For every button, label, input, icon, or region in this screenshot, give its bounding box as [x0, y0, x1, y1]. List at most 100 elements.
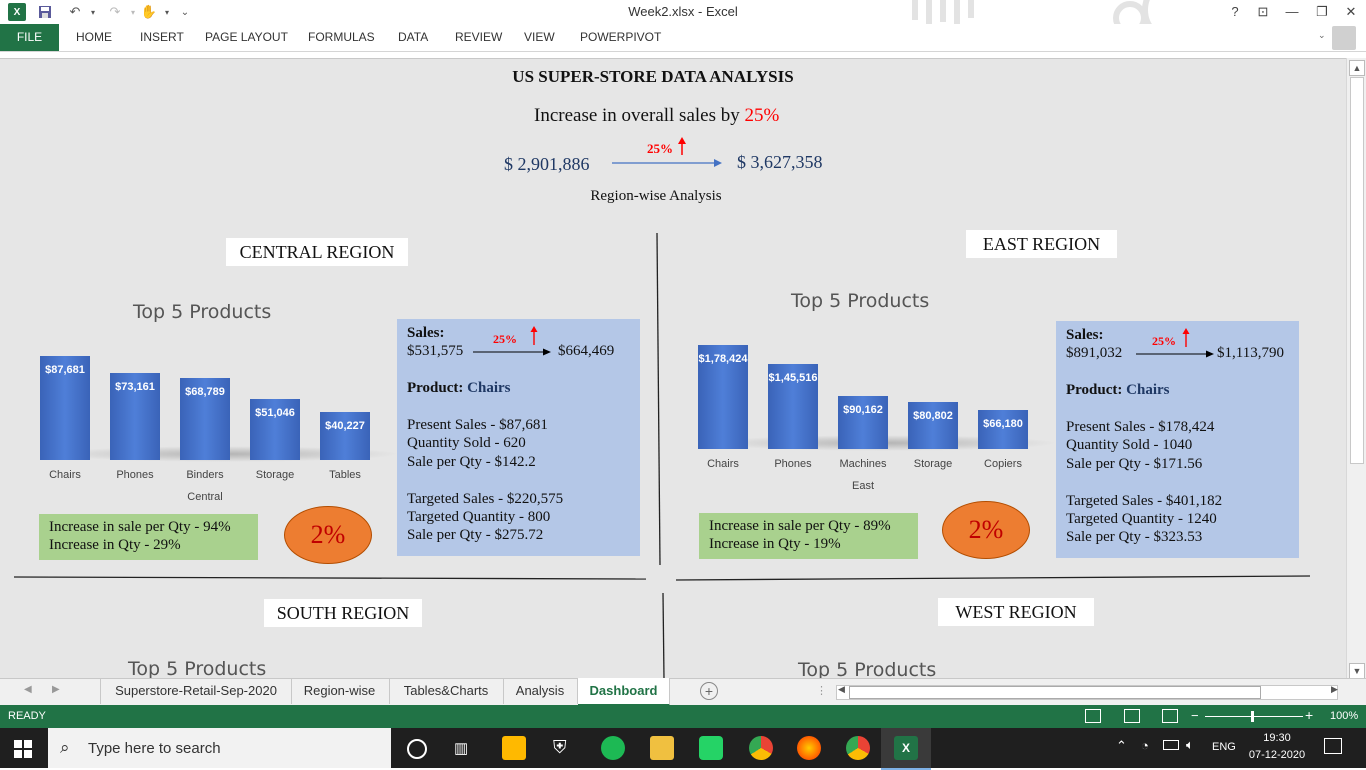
spotify-icon[interactable] [601, 736, 625, 760]
tab-scroll-right-icon[interactable]: ▶ [52, 684, 60, 695]
task-view-icon[interactable]: ▥ [454, 739, 468, 757]
tab-split-handle-icon[interactable]: ⋮ [816, 684, 827, 697]
tab-scroll-left-icon[interactable]: ◀ [24, 684, 32, 695]
central-category-label: Binders [186, 469, 224, 481]
excel-taskbar-icon[interactable]: X [894, 736, 918, 760]
minimize-button[interactable]: — [1281, 2, 1303, 22]
close-button[interactable]: ✕ [1340, 2, 1362, 22]
taskbar-search-placeholder: Type here to search [88, 740, 221, 757]
east-increase-box: Increase in sale per Qty - 89% Increase … [699, 513, 918, 559]
hscroll-left-icon[interactable]: ◀ [838, 684, 845, 695]
scroll-up-icon[interactable]: ▲ [1349, 60, 1365, 76]
central-product-line: Product: Chairs [407, 380, 511, 396]
user-avatar[interactable] [1332, 26, 1356, 50]
central-product-name: Chairs [467, 380, 511, 396]
central-category-label: Chairs [49, 469, 81, 481]
restore-button[interactable]: ❐ [1311, 2, 1333, 22]
east-present-sales: Present Sales - $178,424 [1066, 419, 1215, 435]
central-bar-value-label: $68,789 [185, 386, 225, 398]
central-increase-box: Increase in sale per Qty - 94% Increase … [39, 514, 258, 560]
east-target-sale-per-qty: Sale per Qty - $323.53 [1066, 529, 1203, 545]
central-sales-label: Sales: [407, 325, 445, 341]
page-layout-view-icon[interactable] [1124, 709, 1140, 723]
worksheet-area[interactable]: US SUPER-STORE DATA ANALYSIS Increase in… [0, 58, 1346, 679]
zoom-slider[interactable] [1205, 716, 1303, 717]
chrome-profile-icon[interactable] [749, 736, 773, 760]
zoom-slider-handle[interactable] [1251, 711, 1254, 722]
whatsapp-icon[interactable] [699, 736, 723, 760]
east-sales-from: $891,032 [1066, 345, 1123, 361]
vertical-scroll-thumb[interactable] [1350, 77, 1364, 464]
scroll-down-icon[interactable]: ▼ [1349, 663, 1365, 679]
central-pct-circle: 2% [284, 506, 372, 564]
security-shield-icon[interactable]: ⛨ [553, 737, 567, 758]
central-targeted-sales: Targeted Sales - $220,575 [407, 491, 564, 507]
east-sales-to: $1,113,790 [1217, 345, 1284, 361]
tab-powerpivot[interactable]: POWERPIVOT [580, 24, 661, 51]
central-chart-axis-title: Central [187, 491, 223, 503]
add-sheet-icon[interactable]: + [700, 682, 718, 700]
show-hidden-icons-icon[interactable]: ⌃ [1116, 738, 1127, 754]
central-inc-qty: Increase in Qty - 29% [49, 537, 181, 553]
help-button[interactable]: ? [1224, 2, 1246, 22]
east-sale-per-qty: Sale per Qty - $171.56 [1066, 456, 1203, 472]
south-top5-title: Top 5 Products [128, 658, 267, 679]
zoom-level[interactable]: 100% [1330, 710, 1358, 722]
sheet-tab-tables-charts[interactable]: Tables&Charts [389, 678, 504, 704]
sheet-tab-superstore[interactable]: Superstore-Retail-Sep-2020 [100, 678, 292, 704]
taskbar-time[interactable]: 19:30 [1252, 732, 1302, 744]
sheet-tab-region-wise[interactable]: Region-wise [290, 678, 390, 704]
battery-icon[interactable] [1163, 740, 1179, 750]
normal-view-icon[interactable] [1085, 709, 1101, 723]
language-indicator[interactable]: ENG [1212, 741, 1236, 753]
tab-formulas[interactable]: FORMULAS [308, 24, 375, 51]
tab-data[interactable]: DATA [398, 24, 428, 51]
east-category-label: Chairs [707, 458, 739, 470]
firefox-icon[interactable] [797, 736, 821, 760]
central-sales-to: $664,469 [558, 343, 615, 359]
store-icon[interactable] [502, 736, 526, 760]
hscroll-right-icon[interactable]: ▶ [1331, 684, 1338, 695]
central-target-sale-per-qty: Sale per Qty - $275.72 [407, 527, 544, 543]
central-category-label: Tables [329, 469, 361, 481]
tab-file[interactable]: FILE [0, 24, 59, 51]
file-explorer-icon[interactable] [650, 736, 674, 760]
east-region-title: EAST REGION [966, 230, 1117, 258]
tab-page-layout[interactable]: PAGE LAYOUT [205, 24, 288, 51]
central-bar-value-label: $40,227 [325, 420, 365, 432]
ribbon-expand-icon[interactable]: ⌄ [1318, 30, 1326, 41]
tab-review[interactable]: REVIEW [455, 24, 502, 51]
zoom-in-icon[interactable]: + [1305, 707, 1313, 723]
east-targeted-qty: Targeted Quantity - 1240 [1066, 511, 1217, 527]
sheet-tab-analysis[interactable]: Analysis [503, 678, 578, 704]
notifications-icon[interactable] [1324, 738, 1342, 754]
central-quantity-sold: Quantity Sold - 620 [407, 435, 526, 451]
tab-home[interactable]: HOME [76, 24, 112, 51]
tab-view[interactable]: VIEW [524, 24, 555, 51]
wifi-icon[interactable]: ◔ [1141, 738, 1149, 753]
cortana-icon[interactable] [407, 739, 427, 759]
windows-start-icon[interactable] [14, 740, 32, 758]
sheet-tab-dashboard[interactable]: Dashboard [578, 678, 670, 706]
tab-insert[interactable]: INSERT [140, 24, 184, 51]
central-present-sales: Present Sales - $87,681 [407, 417, 548, 433]
central-sales-from: $531,575 [407, 343, 464, 359]
horizontal-scroll-thumb[interactable] [849, 686, 1261, 699]
east-bar-value-label: $1,45,516 [768, 372, 818, 384]
central-targeted-qty: Targeted Quantity - 800 [407, 509, 551, 525]
east-info-box: Sales: 25% $891,032 $1,113,790 Product: … [1056, 321, 1299, 558]
east-sales-label: Sales: [1066, 327, 1104, 343]
east-sales-arrow-icon [1136, 328, 1214, 358]
ribbon-display-button[interactable]: ⊡ [1252, 2, 1274, 22]
east-product-line: Product: Chairs [1066, 382, 1170, 398]
taskbar-date[interactable]: 07-12-2020 [1247, 749, 1307, 761]
zoom-out-icon[interactable]: − [1191, 708, 1199, 723]
south-region-title: SOUTH REGION [264, 599, 422, 627]
central-sale-per-qty: Sale per Qty - $142.2 [407, 454, 536, 470]
chrome-icon[interactable] [846, 736, 870, 760]
east-inc-sale-per-qty: Increase in sale per Qty - 89% [709, 518, 891, 534]
page-break-view-icon[interactable] [1162, 709, 1178, 723]
volume-icon[interactable]: 🔈︎ [1186, 737, 1194, 753]
east-category-label: Copiers [984, 458, 1022, 470]
central-bar-value-label: $73,161 [115, 381, 155, 393]
